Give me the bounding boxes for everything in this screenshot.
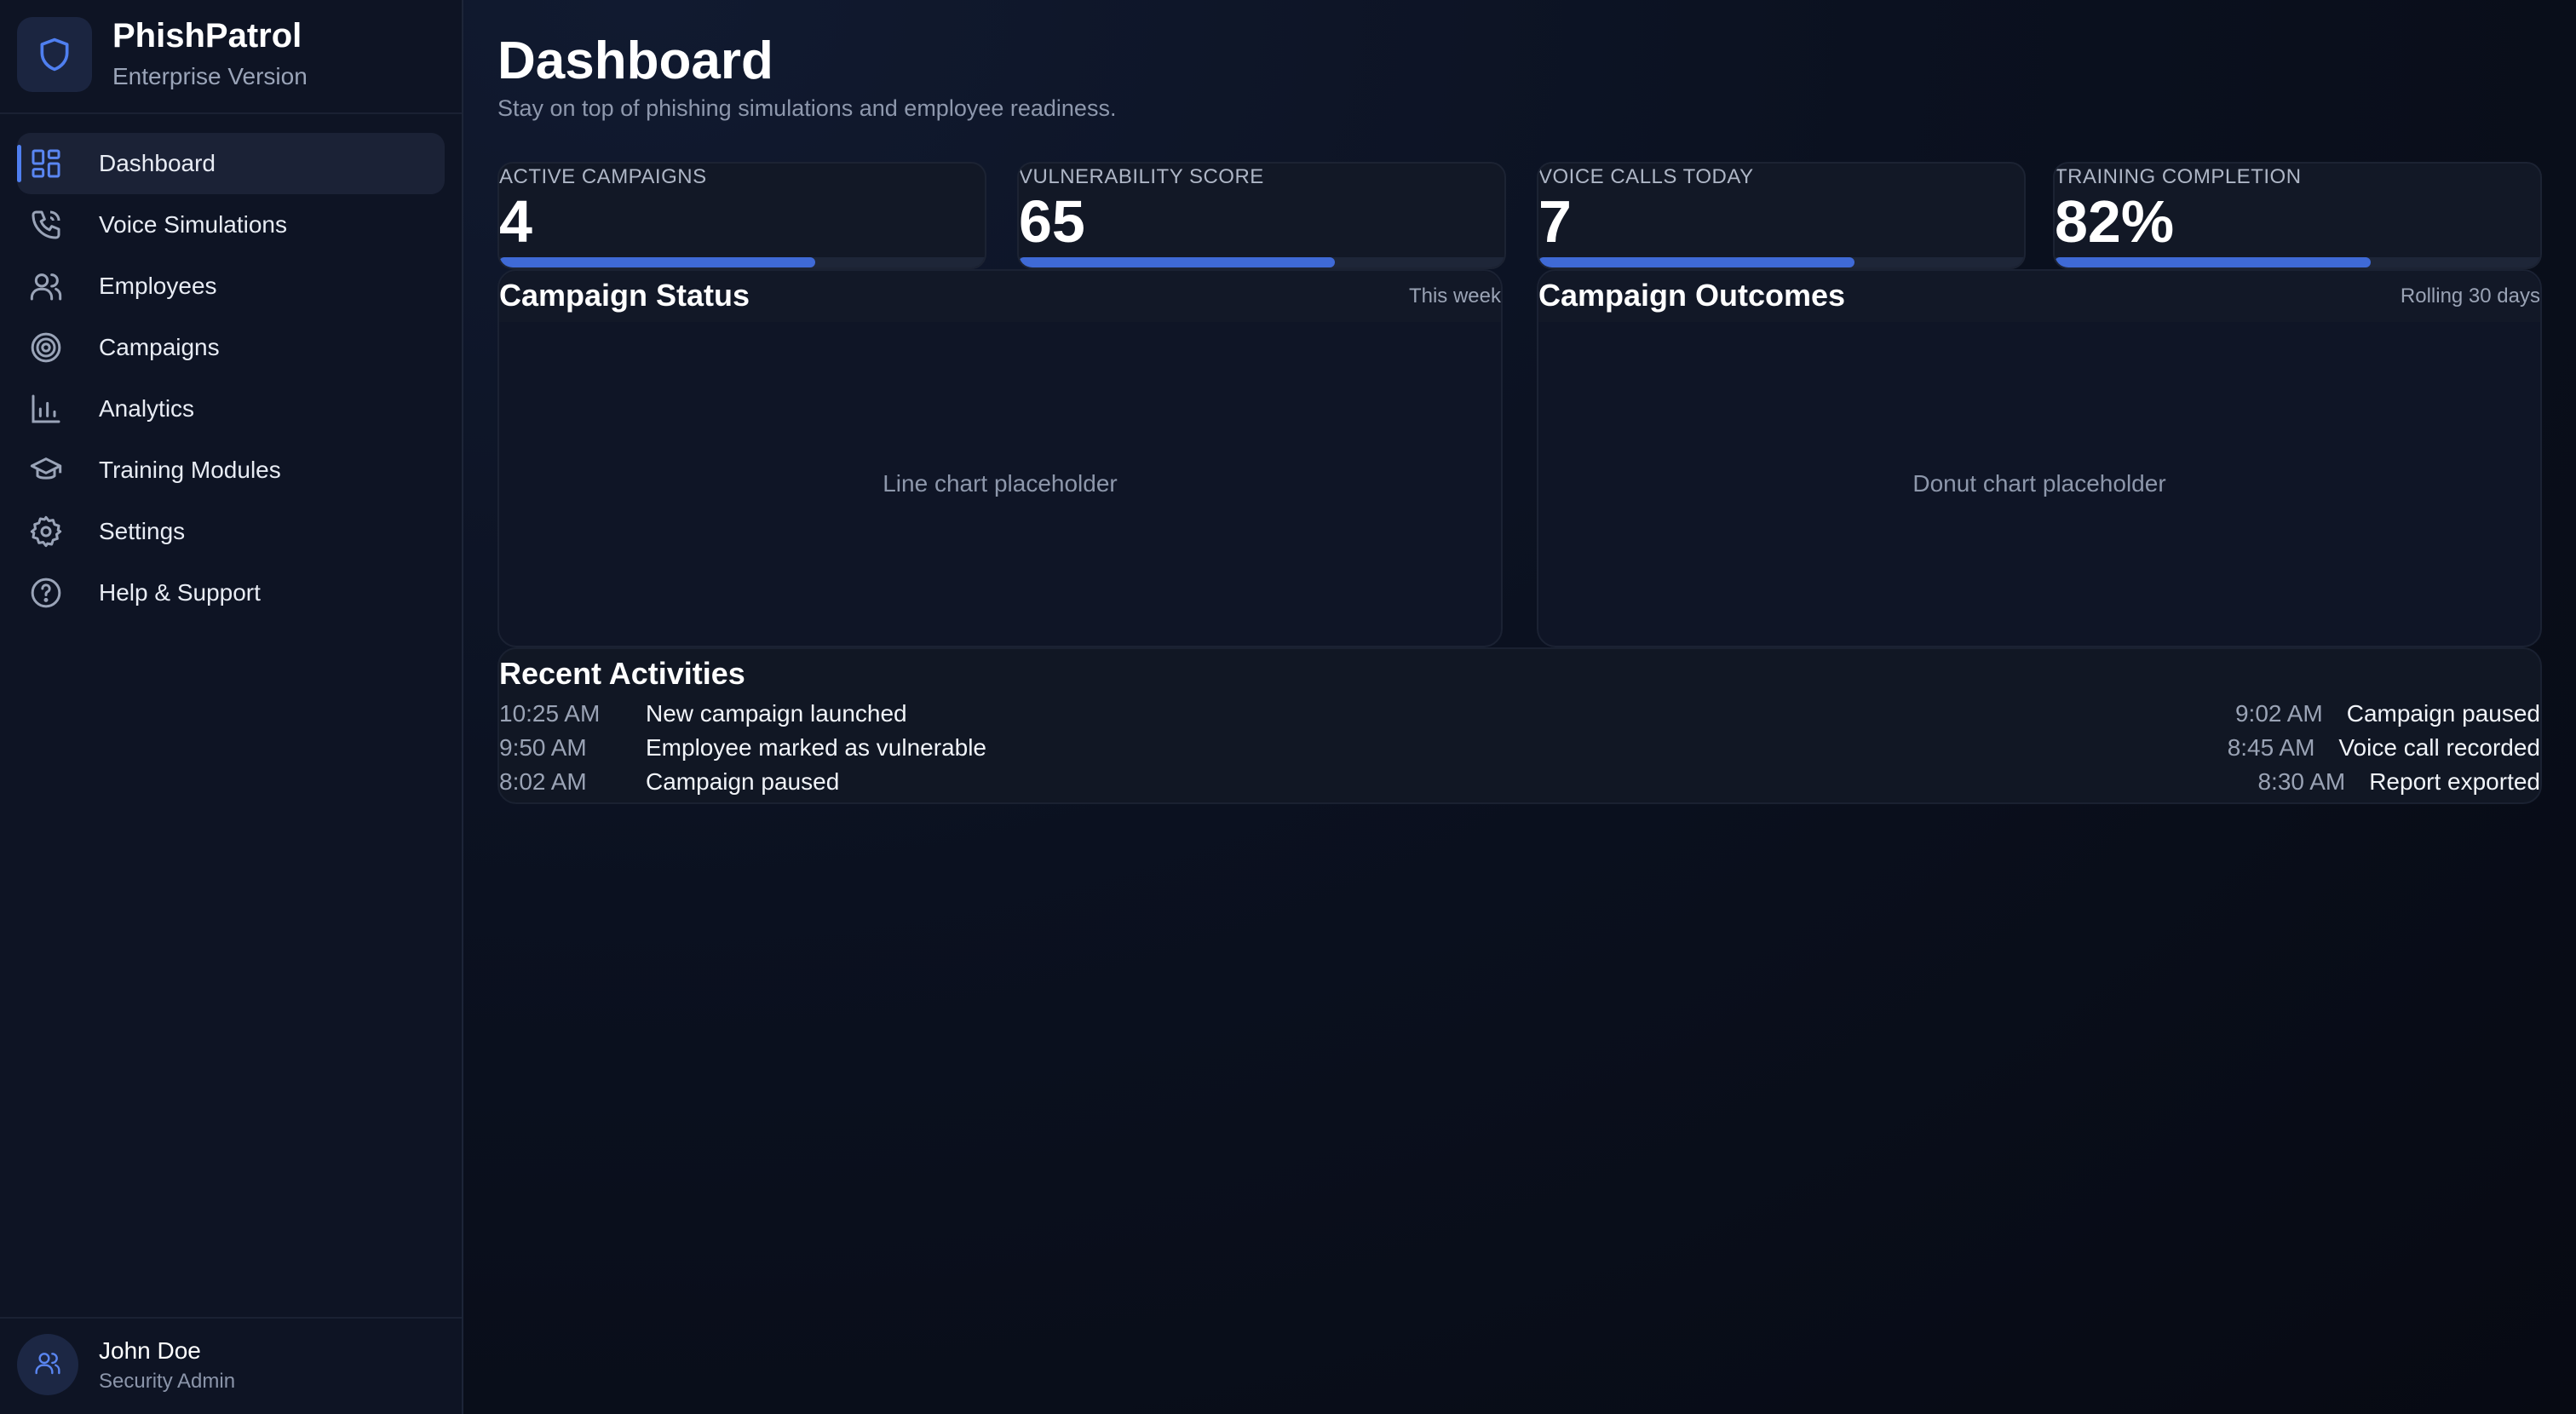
progress-track xyxy=(1538,257,2024,267)
list-item: 10:25 AM New campaign launched xyxy=(499,700,1266,734)
section-title: Recent Activities xyxy=(499,656,745,691)
activity-text: Campaign paused xyxy=(646,768,840,795)
stat-value: 4 xyxy=(499,188,532,255)
page-subtitle: Stay on top of phishing simulations and … xyxy=(497,95,1117,121)
sidebar-item-training-modules[interactable]: Training Modules xyxy=(17,440,445,501)
help-circle-icon xyxy=(29,576,63,610)
sidebar-item-employees[interactable]: Employees xyxy=(17,256,445,317)
recent-activities: Recent Activities 10:25 AM New campaign … xyxy=(497,647,2542,804)
sidebar-item-label: Employees xyxy=(99,273,217,299)
sidebar-item-campaigns[interactable]: Campaigns xyxy=(17,317,445,378)
grid-icon xyxy=(29,147,63,181)
list-item: 9:02 AM Campaign paused xyxy=(2235,700,2540,734)
sidebar-item-label: Settings xyxy=(99,518,186,544)
stat-label: TRAINING COMPLETION xyxy=(2055,165,2302,188)
progress-track xyxy=(499,257,985,267)
list-item: 8:45 AM Voice call recorded xyxy=(2228,734,2540,768)
sidebar-item-settings[interactable]: Settings xyxy=(17,501,445,562)
campaign-status-card: Campaign Status This week Line chart pla… xyxy=(497,269,1503,647)
progress-bar xyxy=(2055,257,2371,267)
users-icon xyxy=(29,269,63,303)
list-item: 8:30 AM Report exported xyxy=(2257,768,2540,802)
activity-time: 8:30 AM xyxy=(2257,768,2346,795)
campaign-outcomes-card: Campaign Outcomes Rolling 30 days Donut … xyxy=(1537,269,2542,647)
user-profile[interactable]: John Doe Security Admin xyxy=(0,1317,462,1414)
activity-text: Campaign paused xyxy=(2346,700,2540,727)
progress-track xyxy=(2055,257,2540,267)
stat-card-voice-calls-today: VOICE CALLS TODAY 7 xyxy=(1537,162,2026,269)
bar-chart-icon xyxy=(29,392,63,426)
activity-text: New campaign launched xyxy=(646,700,907,727)
brand-subtitle: Enterprise Version xyxy=(112,63,308,89)
graduation-cap-icon xyxy=(29,453,63,487)
sidebar-item-label: Training Modules xyxy=(99,457,281,483)
phone-icon xyxy=(29,208,63,242)
card-range: Rolling 30 days xyxy=(2400,285,2540,308)
users-icon xyxy=(34,1349,61,1381)
sidebar-item-help-support[interactable]: Help & Support xyxy=(17,562,445,624)
sidebar: PhishPatrol Enterprise Version Dashboard xyxy=(0,0,463,1414)
app-root: PhishPatrol Enterprise Version Dashboard xyxy=(0,0,2576,1414)
stat-label: VULNERABILITY SCORE xyxy=(1019,165,1264,188)
stat-label: VOICE CALLS TODAY xyxy=(1538,165,1754,188)
target-icon xyxy=(29,331,63,365)
sidebar-item-dashboard[interactable]: Dashboard xyxy=(17,133,445,194)
sidebar-item-analytics[interactable]: Analytics xyxy=(17,378,445,440)
gear-icon xyxy=(29,514,63,549)
shield-icon xyxy=(17,17,92,92)
activity-time: 10:25 AM xyxy=(499,700,601,727)
sidebar-nav: Dashboard Voice Simulations Employees Ca… xyxy=(17,133,445,624)
progress-bar xyxy=(1019,257,1335,267)
list-item: 9:50 AM Employee marked as vulnerable xyxy=(499,734,1266,768)
card-title: Campaign Outcomes xyxy=(1538,278,1846,313)
stat-card-training-completion: TRAINING COMPLETION 82% xyxy=(2053,162,2542,269)
stat-value: 7 xyxy=(1538,188,1572,255)
card-title: Campaign Status xyxy=(499,278,750,313)
donut-chart-placeholder: Donut chart placeholder xyxy=(1912,470,2166,497)
activity-time: 9:50 AM xyxy=(499,734,587,761)
progress-bar xyxy=(499,257,815,267)
stat-value: 82% xyxy=(2055,188,2175,255)
sidebar-item-label: Dashboard xyxy=(99,150,216,176)
sidebar-item-voice-simulations[interactable]: Voice Simulations xyxy=(17,194,445,256)
sidebar-item-label: Campaigns xyxy=(99,334,220,360)
stat-card-active-campaigns: ACTIVE CAMPAIGNS 4 xyxy=(497,162,986,269)
activity-text: Report exported xyxy=(2369,768,2540,795)
activity-time: 8:02 AM xyxy=(499,768,587,795)
activity-time: 9:02 AM xyxy=(2234,700,2323,727)
stat-value: 65 xyxy=(1019,188,1085,255)
user-name: John Doe xyxy=(99,1337,201,1364)
page-title: Dashboard xyxy=(497,32,773,90)
user-role: Security Admin xyxy=(99,1370,236,1393)
card-range: This week xyxy=(1408,285,1501,308)
stat-card-vulnerability-score: VULNERABILITY SCORE 65 xyxy=(1017,162,1506,269)
brand: PhishPatrol Enterprise Version xyxy=(0,0,462,114)
activity-text: Voice call recorded xyxy=(2338,734,2540,761)
stat-label: ACTIVE CAMPAIGNS xyxy=(499,165,707,188)
progress-bar xyxy=(1538,257,1854,267)
activity-time: 8:45 AM xyxy=(2227,734,2315,761)
sidebar-item-label: Analytics xyxy=(99,395,195,422)
sidebar-item-label: Voice Simulations xyxy=(99,211,288,238)
list-item: 8:02 AM Campaign paused xyxy=(499,768,1266,802)
avatar xyxy=(17,1334,78,1395)
activity-text: Employee marked as vulnerable xyxy=(646,734,986,761)
progress-track xyxy=(1019,257,1504,267)
brand-name: PhishPatrol xyxy=(112,17,302,55)
sidebar-item-label: Help & Support xyxy=(99,579,261,606)
line-chart-placeholder: Line chart placeholder xyxy=(883,470,1118,497)
